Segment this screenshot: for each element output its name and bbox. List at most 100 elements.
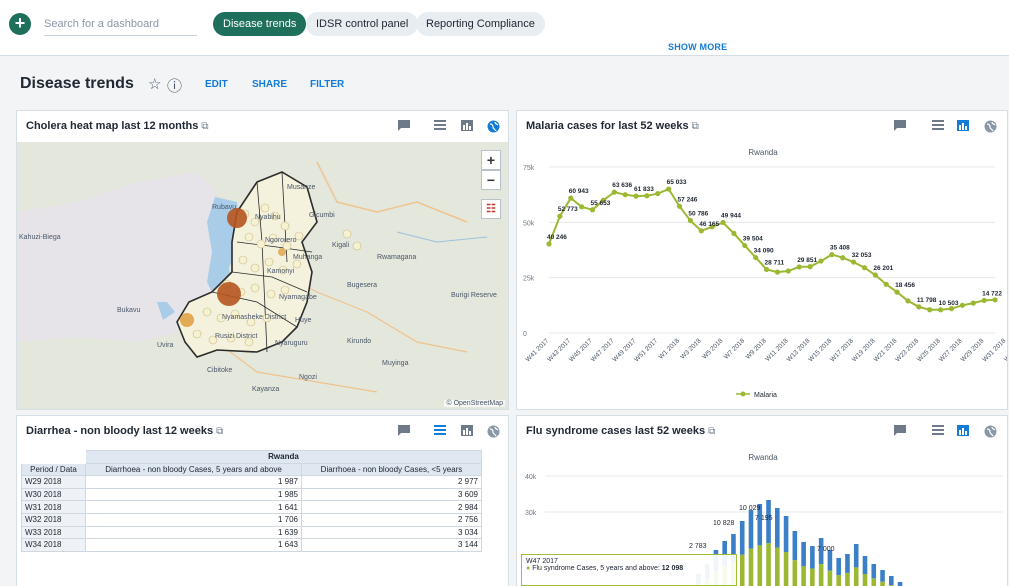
data-point[interactable] xyxy=(818,258,824,264)
bar-series-b[interactable] xyxy=(810,546,815,569)
bar-series-a[interactable] xyxy=(783,552,789,586)
dashboard-search-input[interactable] xyxy=(44,12,197,36)
data-point[interactable] xyxy=(633,193,639,199)
data-point[interactable] xyxy=(655,190,661,197)
interpretation-icon[interactable] xyxy=(395,423,413,439)
data-point[interactable] xyxy=(568,195,574,201)
data-point[interactable] xyxy=(861,265,868,271)
bar-series-a[interactable] xyxy=(801,566,806,586)
data-point[interactable] xyxy=(959,302,965,308)
star-icon[interactable]: ☆ xyxy=(148,75,161,93)
data-point[interactable] xyxy=(872,272,878,278)
bar-series-a[interactable] xyxy=(739,554,745,586)
bar-series-b[interactable] xyxy=(889,576,894,585)
bar-series-a[interactable] xyxy=(827,570,833,586)
data-point[interactable] xyxy=(742,242,748,249)
table-column-header[interactable]: Diarrhoea - non bloody Cases, <5 years xyxy=(301,462,482,477)
data-point[interactable] xyxy=(785,268,791,274)
bar-series-b[interactable] xyxy=(897,582,903,586)
bar-series-b[interactable] xyxy=(748,510,754,549)
external-link-icon[interactable]: ⧉ xyxy=(708,426,715,437)
add-dashboard-button[interactable]: + xyxy=(9,13,31,35)
filter-button[interactable]: FILTER xyxy=(310,79,344,90)
bar-series-a[interactable] xyxy=(757,545,763,586)
table-column-header[interactable]: Diarrhoea - non bloody Cases, 5 years an… xyxy=(85,462,302,477)
bar-series-a[interactable] xyxy=(836,575,841,586)
data-point[interactable] xyxy=(948,306,955,312)
share-button[interactable]: SHARE xyxy=(252,79,287,90)
cholera-map[interactable]: Musanze Rubavu Nyabihu Gicumbi Kigali Ng… xyxy=(17,142,508,409)
data-point[interactable] xyxy=(763,266,770,273)
table-view-icon[interactable] xyxy=(431,423,449,439)
table-view-icon[interactable] xyxy=(929,118,947,134)
data-point[interactable] xyxy=(753,254,759,261)
external-link-icon[interactable]: ⧉ xyxy=(216,426,223,437)
data-point[interactable] xyxy=(840,255,846,261)
data-point[interactable] xyxy=(883,281,889,287)
info-icon[interactable]: ⓘ xyxy=(167,75,182,96)
chart-view-icon[interactable] xyxy=(954,423,972,439)
bar-series-b[interactable] xyxy=(739,521,745,555)
data-point[interactable] xyxy=(589,207,596,213)
data-point[interactable] xyxy=(829,252,835,258)
data-point[interactable] xyxy=(796,264,802,270)
bar-series-b[interactable] xyxy=(862,556,868,574)
chip-idsr-control-panel[interactable]: IDSR control panel xyxy=(306,12,419,36)
data-point[interactable] xyxy=(807,264,813,270)
table-view-icon[interactable] xyxy=(929,423,947,439)
map-view-icon[interactable] xyxy=(981,423,999,439)
data-point[interactable] xyxy=(894,289,900,295)
data-point[interactable] xyxy=(981,297,987,304)
legend-label[interactable]: Malaria xyxy=(754,392,777,399)
data-point[interactable] xyxy=(676,203,683,209)
bar-series-a[interactable] xyxy=(775,547,780,586)
bar-series-b[interactable] xyxy=(871,564,877,579)
data-point[interactable] xyxy=(622,192,628,198)
map-view-icon[interactable] xyxy=(484,118,502,134)
bar-series-b[interactable] xyxy=(801,542,806,567)
data-point[interactable] xyxy=(579,204,585,210)
map-view-icon[interactable] xyxy=(484,423,502,439)
bar-series-a[interactable] xyxy=(818,564,824,586)
bar-series-b[interactable] xyxy=(775,508,780,548)
bar-series-a[interactable] xyxy=(792,560,798,586)
layers-icon[interactable]: ☷ xyxy=(481,199,501,219)
data-point[interactable] xyxy=(720,219,726,226)
data-point[interactable] xyxy=(557,213,563,219)
zoom-in-button[interactable]: + xyxy=(481,150,501,170)
data-point[interactable] xyxy=(938,307,944,313)
data-point[interactable] xyxy=(687,217,694,224)
data-point[interactable] xyxy=(698,228,704,234)
bar-series-b[interactable] xyxy=(827,550,833,571)
data-point[interactable] xyxy=(731,230,737,236)
bar-series-b[interactable] xyxy=(783,516,789,552)
chart-view-icon[interactable] xyxy=(458,423,476,439)
edit-button[interactable]: EDIT xyxy=(205,79,228,90)
bar-series-b[interactable] xyxy=(845,554,850,573)
bar-series-a[interactable] xyxy=(810,568,815,586)
data-point[interactable] xyxy=(916,304,922,310)
bar-series-b[interactable] xyxy=(836,558,841,576)
bar-series-a[interactable] xyxy=(862,574,868,586)
bar-series-a[interactable] xyxy=(871,578,877,586)
chip-reporting-compliance[interactable]: Reporting Compliance xyxy=(416,12,545,36)
external-link-icon[interactable]: ⧉ xyxy=(201,121,208,132)
map-view-icon[interactable] xyxy=(981,118,999,134)
interpretation-icon[interactable] xyxy=(891,423,909,439)
bar-series-a[interactable] xyxy=(853,567,859,586)
table-view-icon[interactable] xyxy=(431,118,449,134)
bar-series-a[interactable] xyxy=(880,581,885,586)
table-column-header[interactable]: Period / Data xyxy=(21,462,86,477)
bar-series-a[interactable] xyxy=(845,572,850,586)
zoom-out-button[interactable]: − xyxy=(481,170,501,190)
data-point[interactable] xyxy=(905,298,911,304)
malaria-line-chart[interactable]: Rwanda 0 25k 50k 75k 40 246 52 773 60 94355 6… xyxy=(517,141,1008,410)
show-more-link[interactable]: SHOW MORE xyxy=(668,42,727,52)
external-link-icon[interactable]: ⧉ xyxy=(692,121,699,132)
bar-series-b[interactable] xyxy=(880,570,885,582)
bar-series-a[interactable] xyxy=(748,548,754,586)
data-point[interactable] xyxy=(666,186,672,192)
data-point[interactable] xyxy=(927,307,933,313)
chip-disease-trends[interactable]: Disease trends xyxy=(213,12,307,36)
data-point[interactable] xyxy=(774,269,781,275)
